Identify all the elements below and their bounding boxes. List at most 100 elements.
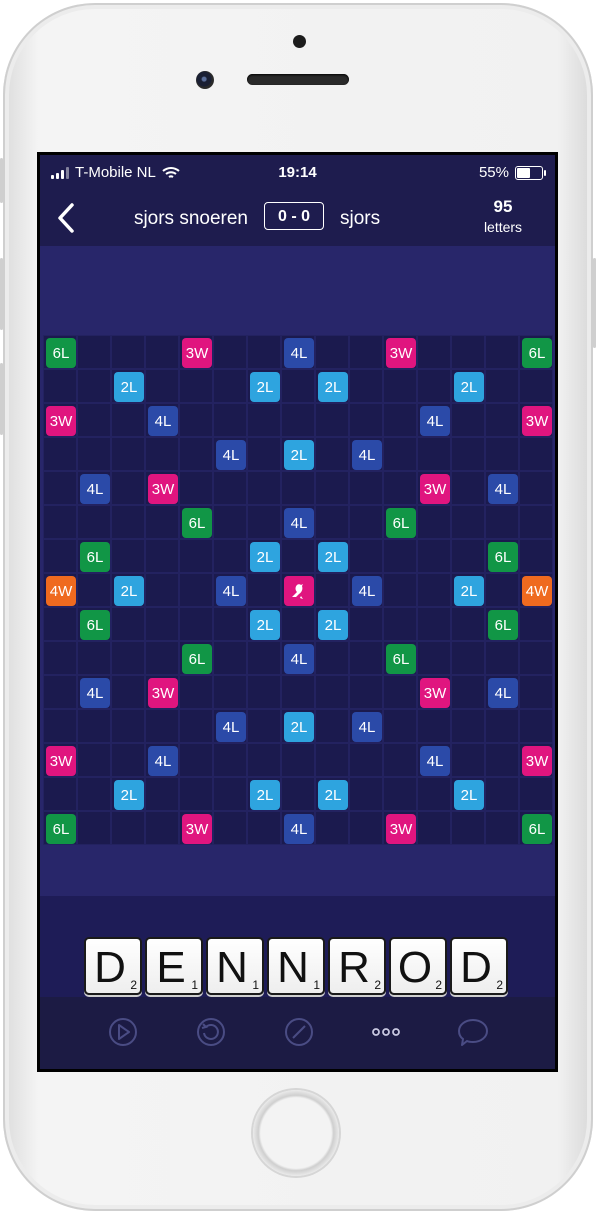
- board-cell[interactable]: [43, 641, 77, 675]
- board-cell[interactable]: [77, 641, 111, 675]
- board-cell[interactable]: 6L: [485, 607, 519, 641]
- board-cell[interactable]: [111, 743, 145, 777]
- board-cell[interactable]: [281, 777, 315, 811]
- board-cell[interactable]: [111, 641, 145, 675]
- board-cell[interactable]: [417, 437, 451, 471]
- board-cell[interactable]: [417, 573, 451, 607]
- board-cell[interactable]: [485, 505, 519, 539]
- board-cell[interactable]: [315, 811, 349, 845]
- board-cell[interactable]: [145, 335, 179, 369]
- board-cell[interactable]: [349, 607, 383, 641]
- board-cell[interactable]: [417, 709, 451, 743]
- board-cell[interactable]: 2L: [247, 607, 281, 641]
- board-cell[interactable]: [281, 675, 315, 709]
- board-cell[interactable]: [349, 471, 383, 505]
- board-cell[interactable]: [417, 369, 451, 403]
- board-cell[interactable]: 4L: [349, 573, 383, 607]
- board-cell[interactable]: 6L: [519, 811, 553, 845]
- chat-icon[interactable]: [456, 1015, 490, 1049]
- board-cell[interactable]: [451, 675, 485, 709]
- board-cell[interactable]: 3W: [519, 743, 553, 777]
- board-cell[interactable]: [315, 505, 349, 539]
- board-cell[interactable]: [145, 607, 179, 641]
- board-cell[interactable]: [145, 641, 179, 675]
- board-cell[interactable]: [451, 437, 485, 471]
- rack-tile[interactable]: N1: [267, 937, 325, 995]
- board-cell[interactable]: 2L: [315, 539, 349, 573]
- board-cell[interactable]: 4L: [281, 641, 315, 675]
- board-cell[interactable]: 6L: [43, 335, 77, 369]
- board-cell[interactable]: [315, 403, 349, 437]
- board-cell[interactable]: 4L: [213, 437, 247, 471]
- board-cell[interactable]: [213, 369, 247, 403]
- game-board[interactable]: 6L 3W 4L 3W 6L 2L 2L 2L 2L 3W 4L 4L 3W 4L 2L 4L 4L 3W 3W 4L…: [43, 335, 553, 845]
- board-cell[interactable]: [145, 369, 179, 403]
- board-cell[interactable]: 3W: [383, 335, 417, 369]
- board-cell[interactable]: [485, 403, 519, 437]
- board-cell[interactable]: 4L: [77, 675, 111, 709]
- board-cell[interactable]: [213, 505, 247, 539]
- board-cell[interactable]: [315, 437, 349, 471]
- board-cell[interactable]: [213, 743, 247, 777]
- board-cell[interactable]: [247, 471, 281, 505]
- board-cell[interactable]: [349, 335, 383, 369]
- board-cell[interactable]: [179, 709, 213, 743]
- board-cell[interactable]: [111, 403, 145, 437]
- board-cell[interactable]: 3W: [43, 743, 77, 777]
- board-cell[interactable]: [519, 437, 553, 471]
- board-cell[interactable]: [383, 709, 417, 743]
- board-cell[interactable]: [77, 437, 111, 471]
- board-cell[interactable]: [213, 403, 247, 437]
- home-button[interactable]: [253, 1090, 339, 1176]
- board-cell[interactable]: [213, 335, 247, 369]
- board-cell[interactable]: [247, 403, 281, 437]
- board-cell[interactable]: [315, 709, 349, 743]
- board-cell[interactable]: [247, 335, 281, 369]
- board-cell[interactable]: 3W: [145, 471, 179, 505]
- board-cell[interactable]: [247, 709, 281, 743]
- board-cell[interactable]: [281, 471, 315, 505]
- board-cell[interactable]: [281, 403, 315, 437]
- board-cell[interactable]: 4L: [485, 675, 519, 709]
- board-cell[interactable]: [43, 369, 77, 403]
- board-cell[interactable]: 6L: [77, 539, 111, 573]
- board-cell[interactable]: 2L: [111, 369, 145, 403]
- board-cell[interactable]: [383, 539, 417, 573]
- rack-tile[interactable]: E1: [145, 937, 203, 995]
- board-cell[interactable]: 6L: [43, 811, 77, 845]
- board-cell[interactable]: [417, 641, 451, 675]
- board-cell[interactable]: [519, 709, 553, 743]
- board-cell[interactable]: [145, 573, 179, 607]
- rack-tile[interactable]: D2: [84, 937, 142, 995]
- board-cell[interactable]: [519, 369, 553, 403]
- board-cell[interactable]: 3W: [179, 335, 213, 369]
- board-cell[interactable]: [485, 573, 519, 607]
- board-cell[interactable]: [77, 777, 111, 811]
- board-cell[interactable]: 2L: [247, 369, 281, 403]
- board-cell[interactable]: [179, 403, 213, 437]
- board-cell[interactable]: [519, 641, 553, 675]
- board-cell[interactable]: [179, 369, 213, 403]
- board-cell[interactable]: [111, 471, 145, 505]
- board-cell[interactable]: [111, 709, 145, 743]
- board-cell[interactable]: [485, 811, 519, 845]
- board-cell[interactable]: 3W: [383, 811, 417, 845]
- board-cell[interactable]: [43, 777, 77, 811]
- board-cell[interactable]: [77, 505, 111, 539]
- board-cell[interactable]: [417, 539, 451, 573]
- board-cell[interactable]: 3W: [519, 403, 553, 437]
- board-cell[interactable]: [179, 573, 213, 607]
- board-cell[interactable]: [383, 777, 417, 811]
- board-cell[interactable]: 6L: [77, 607, 111, 641]
- board-cell[interactable]: [179, 675, 213, 709]
- board-cell[interactable]: 2L: [281, 709, 315, 743]
- board-cell[interactable]: [451, 743, 485, 777]
- board-cell[interactable]: [213, 471, 247, 505]
- board-cell[interactable]: [417, 811, 451, 845]
- board-cell[interactable]: 4L: [213, 709, 247, 743]
- board-cell[interactable]: [451, 505, 485, 539]
- shuffle-icon[interactable]: [194, 1015, 228, 1049]
- board-cell[interactable]: [213, 675, 247, 709]
- board-cell[interactable]: 4L: [281, 811, 315, 845]
- board-cell[interactable]: 2L: [247, 777, 281, 811]
